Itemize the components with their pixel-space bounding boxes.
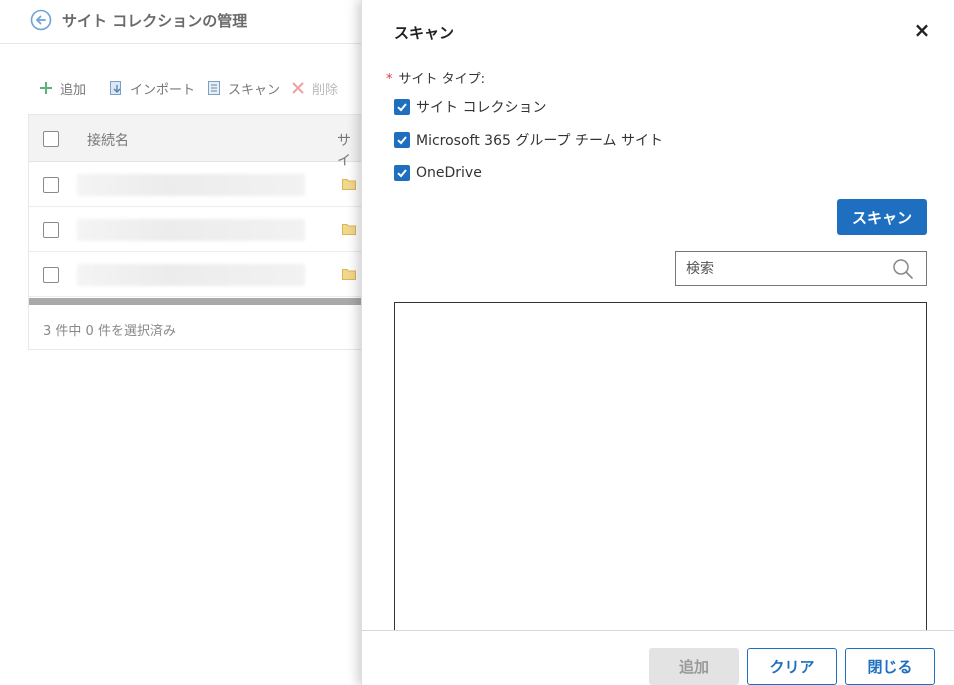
add-button-label: 追加: [60, 82, 87, 98]
option-label: サイト コレクション: [416, 100, 547, 116]
scan-panel: スキャン × * サイト タイプ: サイト コレクション Microsoft 36…: [361, 0, 954, 685]
panel-title: スキャン: [394, 24, 455, 42]
check-icon: [397, 169, 407, 178]
import-icon: [110, 81, 121, 95]
page-title: サイト コレクションの管理: [62, 12, 248, 30]
back-arrow-icon[interactable]: [30, 9, 52, 31]
import-button[interactable]: インポート: [108, 76, 195, 100]
checkbox-checked[interactable]: [394, 99, 410, 115]
scan-toolbar-label: スキャン: [228, 82, 281, 98]
close-icon[interactable]: ×: [911, 19, 933, 41]
column-header-name[interactable]: 接続名: [87, 130, 129, 150]
folder-icon: [342, 269, 356, 280]
clear-button[interactable]: クリア: [747, 648, 837, 685]
selection-count: 3 件中 0 件を選択済み: [43, 324, 176, 339]
option-label: Microsoft 365 グループ チーム サイト: [416, 133, 663, 149]
folder-icon: [342, 224, 356, 235]
table-row[interactable]: [29, 162, 363, 207]
delete-button[interactable]: 削除: [290, 76, 338, 100]
scan-toolbar-button[interactable]: スキャン: [206, 76, 280, 100]
import-button-label: インポート: [130, 82, 196, 98]
search-box: [675, 251, 927, 286]
stage: サイト コレクションの管理 追加 インポート スキャン 削除 接続名 サイ 3 …: [0, 0, 954, 685]
table-row[interactable]: [29, 252, 363, 297]
table-row[interactable]: [29, 207, 363, 252]
row-checkbox[interactable]: [43, 177, 59, 193]
close-button[interactable]: 閉じる: [845, 648, 935, 685]
site-type-label: * サイト タイプ:: [386, 68, 485, 87]
list-icon: [208, 81, 220, 95]
check-icon: [397, 103, 407, 112]
delete-x-icon: [292, 82, 304, 94]
option-site-collection[interactable]: サイト コレクション: [394, 97, 546, 117]
redacted-text: [77, 219, 305, 241]
panel-footer: 追加 クリア 閉じる: [362, 630, 954, 685]
horizontal-scrollbar[interactable]: [29, 298, 363, 305]
check-icon: [397, 136, 407, 145]
folder-icon: [342, 179, 356, 190]
plus-icon: [40, 82, 52, 94]
scan-button[interactable]: スキャン: [837, 199, 927, 235]
search-icon[interactable]: [892, 258, 914, 280]
scan-results-list[interactable]: [394, 302, 927, 642]
redacted-text: [77, 264, 305, 286]
row-checkbox[interactable]: [43, 267, 59, 283]
checkbox-checked[interactable]: [394, 132, 410, 148]
search-input[interactable]: [676, 252, 886, 285]
add-button-disabled[interactable]: 追加: [649, 648, 739, 685]
connections-grid: 接続名 サイ 3 件中 0 件を選択済み: [28, 114, 363, 350]
select-all-checkbox[interactable]: [43, 131, 59, 147]
option-m365-group-team-site[interactable]: Microsoft 365 グループ チーム サイト: [394, 130, 663, 150]
required-marker: *: [386, 72, 393, 87]
delete-button-label: 削除: [312, 82, 339, 98]
option-onedrive[interactable]: OneDrive: [394, 163, 482, 183]
redacted-text: [77, 174, 305, 196]
grid-header: 接続名 サイ: [29, 115, 363, 169]
site-type-label-text: サイト タイプ:: [398, 72, 486, 87]
row-checkbox[interactable]: [43, 222, 59, 238]
option-label: OneDrive: [416, 165, 482, 181]
checkbox-checked[interactable]: [394, 165, 410, 181]
add-button[interactable]: 追加: [38, 76, 86, 100]
